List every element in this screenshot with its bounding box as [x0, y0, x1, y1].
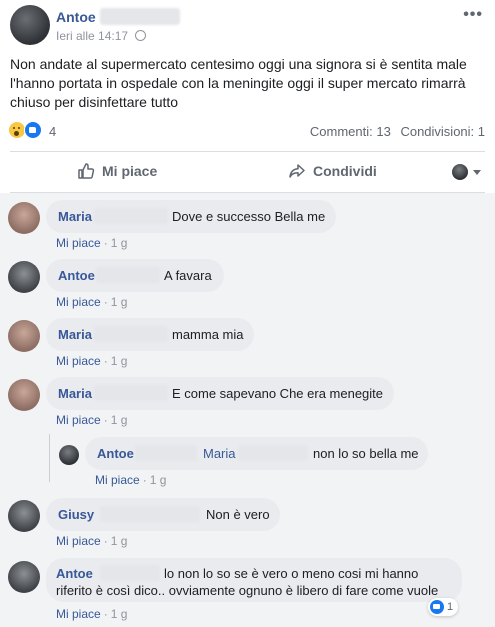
- comment-reaction-count: 1: [447, 601, 454, 613]
- redacted-name: [135, 445, 197, 461]
- comment-time[interactable]: 1 g: [150, 473, 167, 487]
- commenter-name[interactable]: Giusy: [58, 507, 94, 522]
- comment-time[interactable]: 1 g: [111, 607, 128, 621]
- comment-text: E come sapevano Che era menegite: [172, 386, 384, 401]
- reply-thread-line: [49, 434, 50, 482]
- commenter-name[interactable]: Maria: [58, 327, 92, 342]
- comment-time[interactable]: 1 g: [111, 295, 128, 309]
- mentioned-user[interactable]: Maria: [203, 445, 236, 462]
- like-reaction-icon[interactable]: [24, 121, 42, 139]
- comment-like-link[interactable]: Mi piace: [56, 413, 101, 427]
- post-meta: Ieri alle 14:17: [56, 29, 147, 43]
- comment-meta: Mi piace · 1 g: [56, 354, 128, 368]
- redacted-name: [100, 506, 200, 522]
- post-time[interactable]: Ieri alle 14:17: [56, 29, 128, 43]
- post-as-selector[interactable]: [452, 164, 481, 180]
- commenter-avatar[interactable]: [8, 561, 40, 593]
- comment-text: mamma mia: [172, 327, 244, 342]
- action-bar: Mi piace Condividi: [0, 152, 495, 192]
- globe-icon: [135, 30, 147, 41]
- commenter-name[interactable]: Antoe: [97, 446, 134, 461]
- post-author[interactable]: Antoe: [56, 9, 96, 25]
- caret-down-icon: [473, 169, 481, 175]
- comment-like-link[interactable]: Mi piace: [56, 236, 101, 250]
- commenter-avatar[interactable]: [8, 261, 40, 293]
- reactions-row: 4 Commenti: 13 Condivisioni: 1: [0, 120, 495, 142]
- redacted-name: [94, 208, 168, 224]
- share-button-label: Condividi: [313, 163, 377, 179]
- post-header: Antoe Ieri alle 14:17 •••: [0, 0, 495, 50]
- comment-bubble: Maria Dove e successo Bella me: [46, 200, 336, 233]
- comment-meta: Mi piace · 1 g: [56, 607, 128, 621]
- comment-like-link[interactable]: Mi piace: [56, 607, 101, 621]
- post-stats: Commenti: 13 Condivisioni: 1: [304, 124, 485, 139]
- comment-text-continued: riferito è così dico.. ovviamente ognuno…: [56, 583, 439, 598]
- commenter-avatar[interactable]: [8, 202, 40, 234]
- redacted-name: [238, 445, 308, 461]
- post-text: Non andate al supermercato centesimo ogg…: [10, 56, 467, 110]
- reaction-count[interactable]: 4: [49, 124, 56, 139]
- comment-meta: Mi piace · 1 g: [56, 236, 128, 250]
- comment-time[interactable]: 1 g: [111, 354, 128, 368]
- reply-avatar[interactable]: [59, 445, 79, 465]
- comment-meta: Mi piace · 1 g: [95, 473, 167, 487]
- comment-time[interactable]: 1 g: [111, 236, 128, 250]
- like-button[interactable]: Mi piace: [77, 162, 157, 180]
- redacted-name: [100, 565, 160, 581]
- comment-time[interactable]: 1 g: [111, 534, 128, 548]
- more-options-icon[interactable]: •••: [463, 6, 483, 24]
- comment-reaction-badge[interactable]: 1: [428, 598, 459, 616]
- comment-like-link[interactable]: Mi piace: [56, 295, 101, 309]
- redacted-name: [96, 267, 160, 283]
- comment-meta: Mi piace · 1 g: [56, 413, 128, 427]
- comment-text: Non è vero: [206, 507, 270, 522]
- comment-like-link[interactable]: Mi piace: [56, 534, 101, 548]
- commenter-name[interactable]: Maria: [58, 209, 92, 224]
- commenter-name[interactable]: Antoe: [58, 268, 95, 283]
- like-button-label: Mi piace: [102, 163, 158, 179]
- comment-text: lo non lo so se è vero o meno cosi mi ha…: [164, 566, 419, 581]
- comment-text: Dove e successo Bella me: [172, 209, 326, 224]
- commenter-avatar[interactable]: [8, 500, 40, 532]
- comment-time[interactable]: 1 g: [111, 413, 128, 427]
- comment-like-link[interactable]: Mi piace: [95, 473, 140, 487]
- thumbs-up-icon: [78, 163, 95, 179]
- redacted-name: [94, 385, 168, 401]
- commenter-avatar[interactable]: [8, 320, 40, 352]
- comment-text: A favara: [164, 268, 212, 283]
- shares-count[interactable]: Condivisioni: 1: [400, 124, 485, 139]
- redacted-name: [94, 326, 168, 342]
- comment-meta: Mi piace · 1 g: [56, 295, 128, 309]
- redacted-name: [100, 8, 180, 25]
- share-arrow-icon: [289, 164, 305, 178]
- comment-like-link[interactable]: Mi piace: [56, 354, 101, 368]
- commenter-name[interactable]: Antoe: [56, 566, 93, 581]
- share-button[interactable]: Condividi: [288, 162, 377, 180]
- avatar: [452, 164, 468, 180]
- commenter-avatar[interactable]: [8, 379, 40, 411]
- like-reaction-icon: [430, 600, 444, 614]
- commenter-name[interactable]: Maria: [58, 386, 92, 401]
- comment-meta: Mi piace · 1 g: [56, 534, 128, 548]
- comment-text: non lo so bella me: [313, 446, 419, 461]
- comments-count[interactable]: Commenti: 13: [310, 124, 391, 139]
- author-avatar[interactable]: [10, 5, 50, 45]
